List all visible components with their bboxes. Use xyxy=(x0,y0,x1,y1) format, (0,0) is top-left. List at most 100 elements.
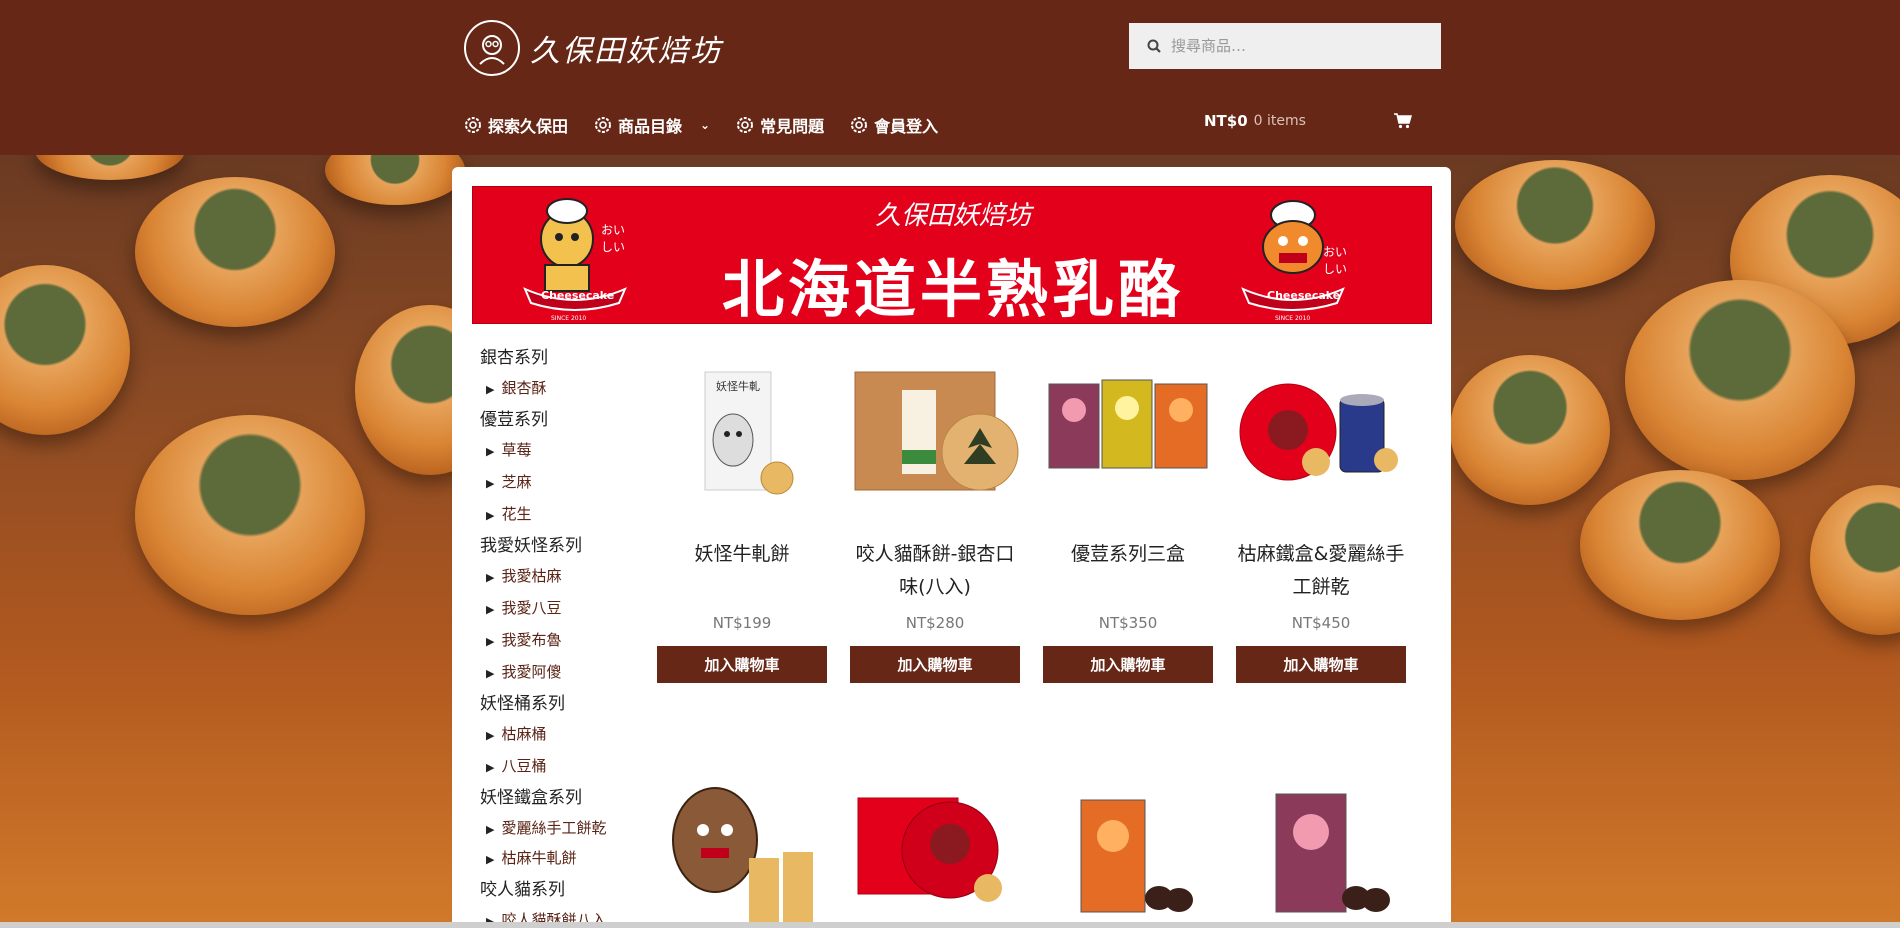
cart-summary[interactable]: NT$0 0 items xyxy=(1204,112,1306,130)
category-link[interactable]: ▶ 八豆桶 xyxy=(480,751,620,783)
nav-item-explore[interactable]: 探索久保田 xyxy=(464,113,568,137)
main-content: 久保田妖焙坊 北海道半熟乳酪 おいしい Cheesecake SINCE 201… xyxy=(452,167,1451,928)
search-box[interactable] xyxy=(1129,23,1441,69)
category-link[interactable]: ▶ 我愛八豆 xyxy=(480,593,620,625)
triangle-right-icon: ▶ xyxy=(486,823,495,836)
product-price: NT$350 xyxy=(1098,614,1158,632)
lion-mascot-image: おいしい Cheesecake SINCE 2010 xyxy=(1233,193,1353,322)
triangle-right-icon: ▶ xyxy=(486,853,495,866)
nav-item-catalog[interactable]: 商品目錄 ⌄ xyxy=(594,113,710,137)
category-link[interactable]: ▶ 銀杏酥 xyxy=(480,373,620,405)
nav-item-label: 商品目錄 xyxy=(618,117,683,136)
main-nav: 探索久保田 商品目錄 ⌄ 常見問題 會員登入 xyxy=(464,113,964,137)
triangle-right-icon: ▶ xyxy=(486,509,495,522)
oishii-text: おいしい xyxy=(601,223,626,254)
pastry-image xyxy=(1455,160,1655,290)
category-heading[interactable]: 銀杏系列 xyxy=(480,343,620,373)
product-image[interactable] xyxy=(850,360,1020,510)
product-name[interactable]: 枯麻鐵盒&愛麗絲手工餅乾 xyxy=(1236,538,1406,604)
category-heading[interactable]: 妖怪鐵盒系列 xyxy=(480,783,620,813)
triangle-right-icon: ▶ xyxy=(486,571,495,584)
add-to-cart-button[interactable]: 加入購物車 xyxy=(657,646,827,683)
promo-banner[interactable]: 久保田妖焙坊 北海道半熟乳酪 おいしい Cheesecake SINCE 201… xyxy=(472,186,1432,326)
search-icon xyxy=(1147,39,1161,53)
gear-icon xyxy=(737,117,754,133)
product-image[interactable] xyxy=(1236,770,1406,928)
category-link[interactable]: ▶ 枯麻桶 xyxy=(480,719,620,751)
product-price: NT$450 xyxy=(1291,614,1351,632)
category-heading[interactable]: 咬人貓系列 xyxy=(480,875,620,905)
category-sidebar: 銀杏系列 ▶ 銀杏酥 優荳系列 ▶ 草莓 ▶ 芝麻 ▶ 花生 我愛妖怪系列 ▶ 我愛枯麻 … xyxy=(480,343,620,928)
add-to-cart-button[interactable]: 加入購物車 xyxy=(1043,646,1213,683)
logo-text: 久保田妖焙坊 xyxy=(530,34,722,69)
pastry-image xyxy=(135,415,365,615)
category-heading[interactable]: 妖怪桶系列 xyxy=(480,689,620,719)
pastry-image xyxy=(1625,280,1855,480)
product-card: 優荳系列三盒 NT$350 加入購物車 xyxy=(1043,360,1213,683)
cheesecake-badge: Cheesecake xyxy=(1267,289,1341,302)
banner-title: 北海道半熟乳酪 xyxy=(721,253,1184,326)
product-card: 枯麻鐵盒&愛麗絲手工餅乾 NT$450 加入購物車 xyxy=(1236,360,1406,683)
product-image[interactable] xyxy=(657,770,827,928)
triangle-right-icon: ▶ xyxy=(486,635,495,648)
product-image[interactable]: 妖怪牛軋 xyxy=(657,360,827,510)
cart-item-count: 0 items xyxy=(1253,113,1306,129)
pastry-image xyxy=(135,177,335,327)
product-card: 妖怪牛軋 妖怪牛軋餅 NT$199 加入購物車 xyxy=(657,360,827,683)
product-price: NT$280 xyxy=(905,614,965,632)
pastry-image xyxy=(1810,485,1900,635)
cheesecake-badge: Cheesecake xyxy=(541,289,615,302)
nav-item-label: 會員登入 xyxy=(874,117,939,136)
add-to-cart-button[interactable]: 加入購物車 xyxy=(1236,646,1406,683)
category-link[interactable]: ▶ 愛麗絲手工餅乾 xyxy=(480,813,620,843)
chevron-down-icon[interactable]: ⌄ xyxy=(700,118,710,132)
since-text: SINCE 2010 xyxy=(1275,315,1311,322)
triangle-right-icon: ▶ xyxy=(486,477,495,490)
cart-amount: NT$0 xyxy=(1204,112,1248,130)
site-logo[interactable]: 久保田妖焙坊 xyxy=(464,20,722,76)
category-heading[interactable]: 我愛妖怪系列 xyxy=(480,531,620,561)
pastry-image xyxy=(1450,355,1610,505)
triangle-right-icon: ▶ xyxy=(486,667,495,680)
product-image[interactable] xyxy=(1236,360,1406,510)
gear-icon xyxy=(851,117,868,133)
product-image[interactable] xyxy=(850,770,1020,928)
category-link[interactable]: ▶ 我愛布魯 xyxy=(480,625,620,657)
category-heading[interactable]: 優荳系列 xyxy=(480,405,620,435)
product-image[interactable] xyxy=(1043,770,1213,928)
triangle-right-icon: ▶ xyxy=(486,603,495,616)
triangle-right-icon: ▶ xyxy=(486,761,495,774)
product-name[interactable]: 妖怪牛軋餅 xyxy=(657,538,827,604)
product-card: 咬人貓酥餅-銀杏口味(八入) NT$280 加入購物車 xyxy=(850,360,1020,683)
banner-brand: 久保田妖焙坊 xyxy=(874,201,1031,231)
since-text: SINCE 2010 xyxy=(551,315,587,322)
nav-item-faq[interactable]: 常見問題 xyxy=(736,113,824,137)
site-header: 久保田妖焙坊 探索久保田 商品目錄 ⌄ 常見問題 會員登入 NT$0 0 ite… xyxy=(0,0,1900,155)
gear-icon xyxy=(465,117,481,133)
nav-item-login[interactable]: 會員登入 xyxy=(850,113,938,137)
cart-icon[interactable] xyxy=(1394,113,1412,129)
cow-mascot-image: おいしい Cheesecake SINCE 2010 xyxy=(515,193,635,322)
category-link[interactable]: ▶ 花生 xyxy=(480,499,620,531)
category-link[interactable]: ▶ 我愛阿傻 xyxy=(480,657,620,689)
oishii-text: おいしい xyxy=(1323,245,1348,276)
product-name[interactable]: 優荳系列三盒 xyxy=(1043,538,1213,604)
product-image[interactable] xyxy=(1043,360,1213,510)
triangle-right-icon: ▶ xyxy=(486,445,495,458)
logo-seal-icon xyxy=(464,20,520,76)
triangle-right-icon: ▶ xyxy=(486,383,495,396)
pastry-image xyxy=(35,155,185,180)
gear-icon xyxy=(595,117,612,133)
search-input[interactable] xyxy=(1171,37,1431,55)
nav-item-label: 常見問題 xyxy=(760,117,825,136)
pastry-image xyxy=(0,265,130,435)
category-link[interactable]: ▶ 我愛枯麻 xyxy=(480,561,620,593)
nav-item-label: 探索久保田 xyxy=(488,117,569,136)
category-link[interactable]: ▶ 草莓 xyxy=(480,435,620,467)
category-link[interactable]: ▶ 枯麻牛軋餅 xyxy=(480,843,620,875)
pastry-image xyxy=(325,155,465,205)
add-to-cart-button[interactable]: 加入購物車 xyxy=(850,646,1020,683)
product-name[interactable]: 咬人貓酥餅-銀杏口味(八入) xyxy=(850,538,1020,604)
category-link[interactable]: ▶ 芝麻 xyxy=(480,467,620,499)
pastry-image xyxy=(1580,470,1780,620)
